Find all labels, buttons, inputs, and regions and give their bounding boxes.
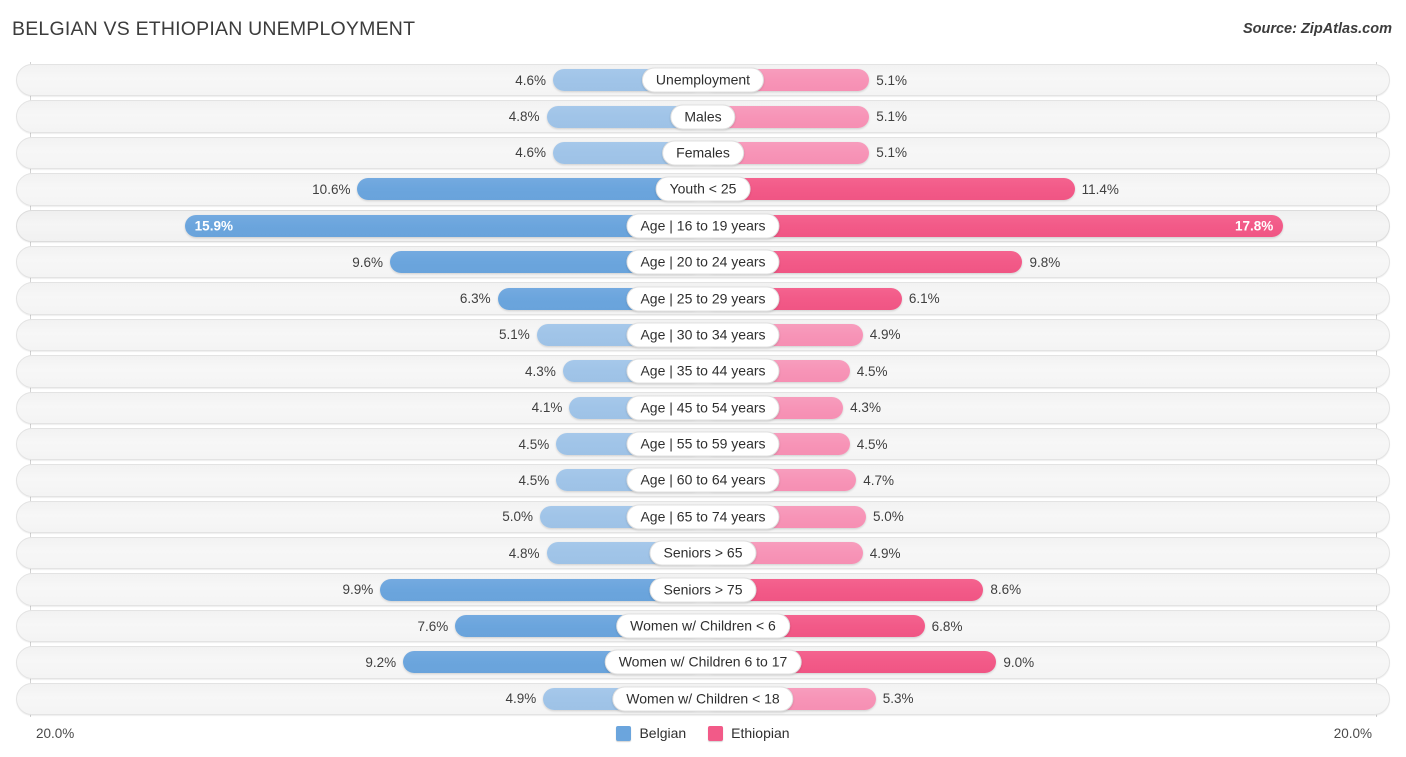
category-label[interactable]: Age | 30 to 34 years — [626, 322, 780, 348]
page-title: BELGIAN VS ETHIOPIAN UNEMPLOYMENT — [12, 18, 416, 40]
category-label[interactable]: Females — [662, 140, 744, 166]
bar-belgian[interactable] — [357, 178, 703, 201]
bar-half-right: 11.4% — [703, 178, 1119, 201]
category-label[interactable]: Age | 35 to 44 years — [626, 358, 780, 384]
bar-value-ethiopian: 5.1% — [876, 72, 908, 88]
table-row[interactable]: 4.6% 5.1% Females — [12, 135, 1394, 171]
bar-value-ethiopian: 5.1% — [876, 109, 908, 125]
legend-label: Belgian — [639, 725, 687, 741]
bar-value-ethiopian: 5.3% — [882, 691, 914, 707]
category-label[interactable]: Women w/ Children < 18 — [612, 686, 794, 712]
category-label[interactable]: Seniors > 65 — [649, 540, 757, 566]
bar-value-belgian: 9.6% — [352, 254, 384, 270]
table-row[interactable]: 4.9% 5.3% Women w/ Children < 18 — [12, 681, 1394, 717]
bar-value-ethiopian: 4.3% — [850, 400, 881, 416]
legend-swatch-icon — [708, 725, 724, 741]
bar-ethiopian[interactable]: 17.8% — [703, 214, 1284, 237]
category-label[interactable]: Age | 25 to 29 years — [626, 286, 780, 312]
bar-value-ethiopian: 5.1% — [876, 145, 908, 161]
bar-value-belgian: 4.5% — [518, 472, 550, 488]
bar-value-belgian: 15.9% — [194, 218, 233, 234]
bar-value-belgian: 4.3% — [525, 363, 556, 379]
bar-rows: 4.6% 5.1% Unemployment 4.8% 5.1% Males 4.6% 5.1… — [12, 62, 1394, 717]
legend: Belgian Ethiopian — [0, 725, 1406, 741]
legend-label: Ethiopian — [731, 725, 790, 741]
bar-half-left: 10.6% — [312, 178, 703, 201]
table-row[interactable]: 7.6% 6.8% Women w/ Children < 6 — [12, 608, 1394, 644]
bar-value-belgian: 4.1% — [531, 400, 563, 416]
bar-value-ethiopian: 5.0% — [873, 509, 904, 525]
bar-value-ethiopian: 9.0% — [1003, 654, 1035, 670]
category-label[interactable]: Age | 60 to 64 years — [626, 467, 780, 493]
source-attribution: Source: ZipAtlas.com — [1242, 21, 1392, 37]
chart-root: BELGIAN VS ETHIOPIAN UNEMPLOYMENT Source… — [0, 0, 1406, 757]
bar-value-belgian: 4.6% — [515, 72, 547, 88]
bar-value-ethiopian: 11.4% — [1081, 181, 1119, 197]
bar-value-ethiopian: 6.1% — [908, 291, 940, 307]
bar-value-belgian: 5.1% — [498, 327, 530, 343]
table-row[interactable]: 15.9% 17.8% Age | 16 to 19 years — [12, 208, 1394, 244]
chart-footer: 20.0% 20.0% Belgian Ethiopian — [0, 717, 1406, 757]
category-label[interactable]: Age | 20 to 24 years — [626, 249, 780, 275]
category-label[interactable]: Youth < 25 — [655, 176, 751, 202]
bar-value-ethiopian: 4.5% — [856, 436, 888, 452]
category-label[interactable]: Unemployment — [641, 67, 765, 93]
bar-value-belgian: 4.9% — [505, 691, 537, 707]
bar-value-belgian: 9.2% — [365, 654, 397, 670]
bar-value-belgian: 10.6% — [312, 181, 351, 197]
bar-value-ethiopian: 4.9% — [869, 545, 901, 561]
category-label[interactable]: Males — [670, 104, 736, 130]
bar-half-left: 15.9% — [184, 214, 703, 237]
bar-value-belgian: 7.6% — [417, 618, 449, 634]
table-row[interactable]: 9.9% 8.6% Seniors > 75 — [12, 571, 1394, 607]
bar-value-ethiopian: 17.8% — [1234, 218, 1274, 234]
category-label[interactable]: Age | 45 to 54 years — [626, 395, 780, 421]
chart-header: BELGIAN VS ETHIOPIAN UNEMPLOYMENT Source… — [0, 0, 1406, 60]
table-row[interactable]: 4.8% 4.9% Seniors > 65 — [12, 535, 1394, 571]
bar-value-belgian: 4.5% — [518, 436, 550, 452]
legend-item[interactable]: Belgian — [616, 725, 686, 741]
table-row[interactable]: 10.6% 11.4% Youth < 25 — [12, 171, 1394, 207]
legend-swatch-icon — [616, 725, 632, 741]
table-row[interactable]: 5.1% 4.9% Age | 30 to 34 years — [12, 317, 1394, 353]
category-label[interactable]: Women w/ Children < 6 — [616, 613, 790, 639]
legend-item[interactable]: Ethiopian — [708, 725, 790, 741]
bar-value-belgian: 6.3% — [459, 291, 491, 307]
bar-value-ethiopian: 9.8% — [1029, 254, 1061, 270]
bar-half-right: 17.8% — [703, 214, 1284, 237]
table-row[interactable]: 6.3% 6.1% Age | 25 to 29 years — [12, 280, 1394, 316]
bar-value-belgian: 4.8% — [508, 545, 540, 561]
table-row[interactable]: 4.6% 5.1% Unemployment — [12, 62, 1394, 98]
category-label[interactable]: Age | 16 to 19 years — [626, 213, 780, 239]
table-row[interactable]: 9.2% 9.0% Women w/ Children 6 to 17 — [12, 644, 1394, 680]
category-label[interactable]: Age | 65 to 74 years — [626, 504, 780, 530]
table-row[interactable]: 4.5% 4.7% Age | 60 to 64 years — [12, 462, 1394, 498]
table-row[interactable]: 4.1% 4.3% Age | 45 to 54 years — [12, 390, 1394, 426]
plot-area: 4.6% 5.1% Unemployment 4.8% 5.1% Males 4.6% 5.1… — [12, 62, 1394, 717]
bar-value-belgian: 5.0% — [502, 509, 533, 525]
bar-value-ethiopian: 4.5% — [856, 363, 888, 379]
category-label[interactable]: Seniors > 75 — [649, 577, 757, 603]
bar-value-ethiopian: 4.7% — [863, 472, 894, 488]
bar-value-ethiopian: 6.8% — [931, 618, 963, 634]
bar-belgian[interactable]: 15.9% — [184, 214, 703, 237]
category-label[interactable]: Age | 55 to 59 years — [626, 431, 780, 457]
bar-value-ethiopian: 4.9% — [869, 327, 901, 343]
table-row[interactable]: 5.0% 5.0% Age | 65 to 74 years — [12, 499, 1394, 535]
category-label[interactable]: Women w/ Children 6 to 17 — [604, 649, 802, 675]
bar-value-ethiopian: 8.6% — [990, 582, 1022, 598]
bar-ethiopian[interactable] — [703, 178, 1075, 201]
bar-value-belgian: 9.9% — [342, 582, 374, 598]
table-row[interactable]: 4.3% 4.5% Age | 35 to 44 years — [12, 353, 1394, 389]
table-row[interactable]: 4.5% 4.5% Age | 55 to 59 years — [12, 426, 1394, 462]
table-row[interactable]: 4.8% 5.1% Males — [12, 98, 1394, 134]
table-row[interactable]: 9.6% 9.8% Age | 20 to 24 years — [12, 244, 1394, 280]
bar-value-belgian: 4.8% — [508, 109, 540, 125]
bar-value-belgian: 4.6% — [515, 145, 547, 161]
